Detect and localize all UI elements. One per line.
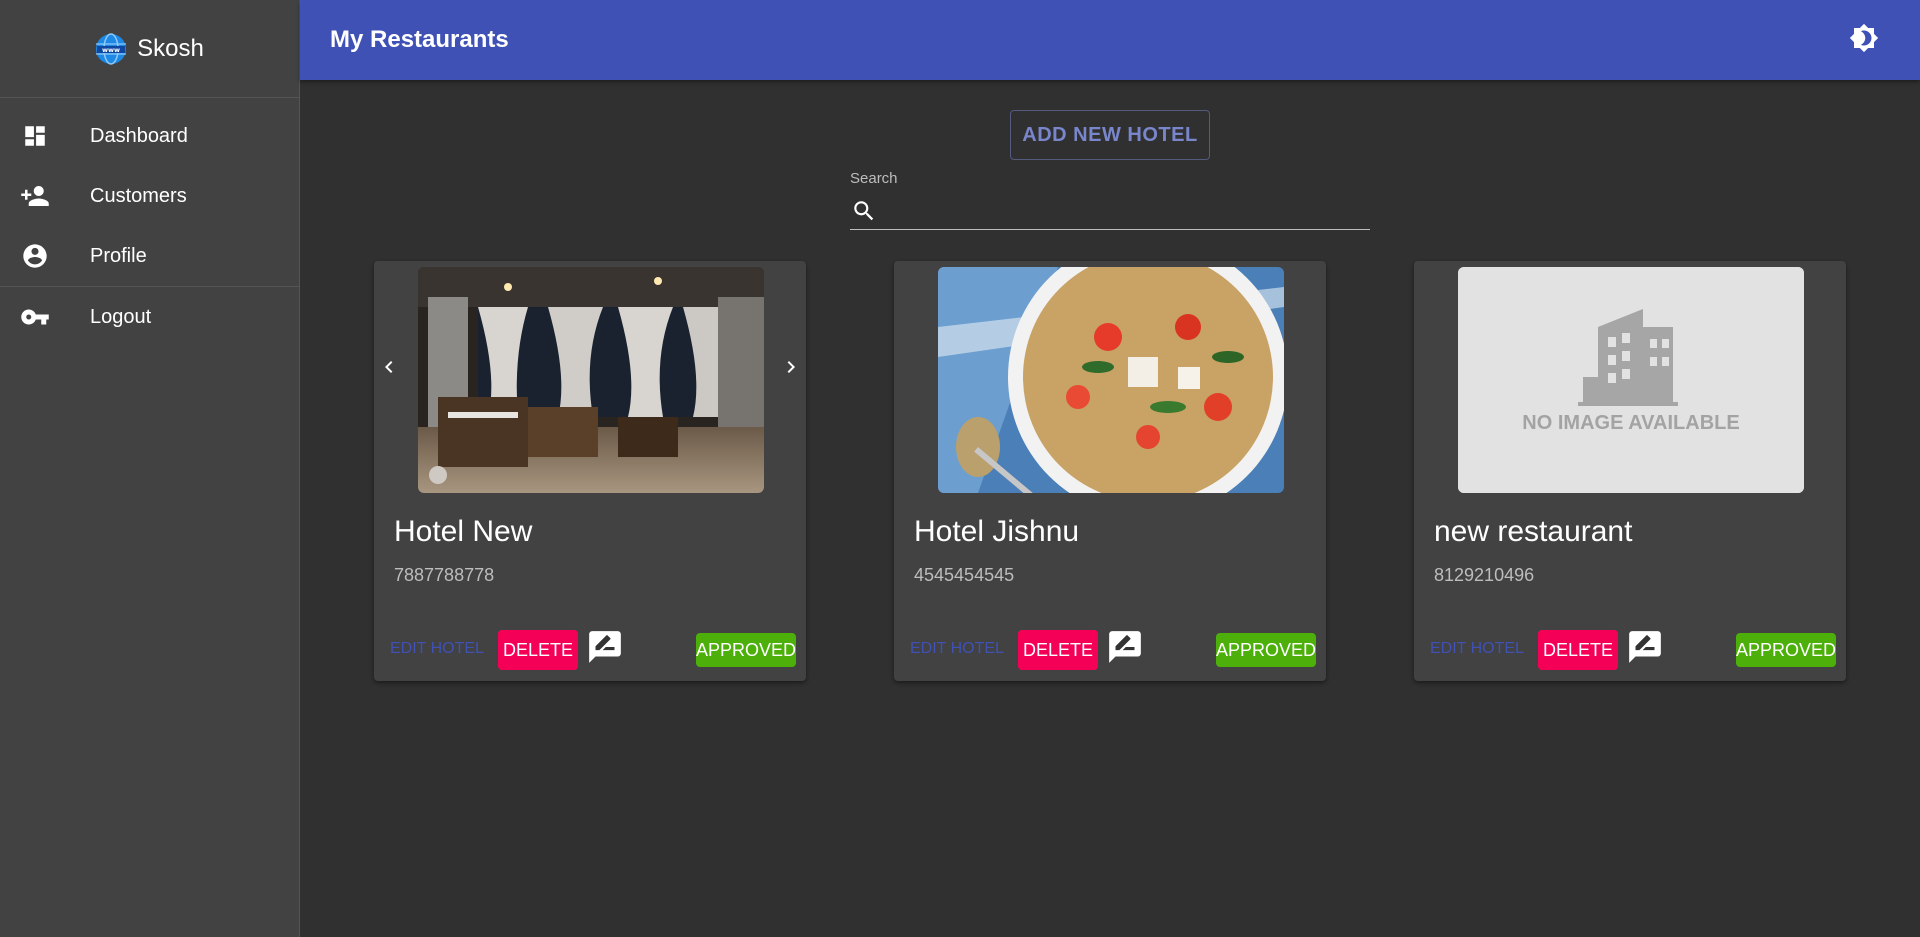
- search-field: Search: [850, 170, 1370, 230]
- delete-button[interactable]: DELETE: [498, 630, 578, 670]
- dashboard-icon: [20, 121, 50, 151]
- sidebar-item-logout[interactable]: Logout: [0, 287, 299, 347]
- hotel-name: Hotel New: [394, 515, 533, 548]
- restaurant-interior-photo: [418, 267, 764, 493]
- sidebar-item-label: Logout: [90, 305, 152, 328]
- rate-review-icon: [586, 628, 624, 671]
- hotel-card: Hotel New 7887788778 EDIT HOTEL DELETE A…: [374, 261, 806, 681]
- sidebar-item-profile[interactable]: Profile: [0, 226, 299, 286]
- app-bar: My Restaurants: [300, 0, 1920, 80]
- sidebar-item-customers[interactable]: Customers: [0, 166, 299, 226]
- chevron-left-icon: [377, 355, 401, 384]
- brightness-icon: [1849, 23, 1879, 58]
- edit-hotel-button[interactable]: EDIT HOTEL: [382, 631, 492, 667]
- sidebar-item-label: Customers: [90, 184, 187, 207]
- edit-hotel-button[interactable]: EDIT HOTEL: [902, 631, 1012, 667]
- sidebar-item-dashboard[interactable]: Dashboard: [0, 106, 299, 166]
- carousel-prev-button[interactable]: [374, 351, 404, 387]
- rate-review-icon: [1626, 628, 1664, 671]
- review-button[interactable]: [1626, 630, 1664, 668]
- delete-button[interactable]: DELETE: [1018, 630, 1098, 670]
- hotel-name: Hotel Jishnu: [914, 515, 1080, 548]
- delete-button[interactable]: DELETE: [1538, 630, 1618, 670]
- sidebar-item-label: Dashboard: [90, 124, 188, 147]
- key-icon: [20, 302, 50, 332]
- hotel-phone: 8129210496: [1434, 565, 1535, 585]
- carousel-next-button[interactable]: [776, 351, 806, 387]
- sidebar: www Skosh Dashboard Customers Profile Lo…: [0, 0, 300, 937]
- account-circle-icon: [20, 241, 50, 271]
- svg-text:www: www: [102, 46, 120, 54]
- hotel-phone: 4545454545: [914, 565, 1015, 585]
- edit-hotel-button[interactable]: EDIT HOTEL: [1422, 631, 1532, 667]
- search-row: [850, 192, 1370, 230]
- search-label: Search: [850, 170, 898, 187]
- no-image-text: NO IMAGE AVAILABLE: [1522, 412, 1740, 434]
- brand[interactable]: www Skosh: [0, 0, 299, 98]
- hotel-card: Hotel Jishnu 4545454545 EDIT HOTEL DELET…: [894, 261, 1326, 681]
- review-button[interactable]: [1106, 630, 1144, 668]
- chevron-right-icon: [779, 355, 803, 384]
- hotel-card: NO IMAGE AVAILABLE new restaurant 812921…: [1414, 261, 1846, 681]
- review-button[interactable]: [586, 630, 624, 668]
- status-badge: APPROVED: [1216, 633, 1316, 667]
- pasta-salad-photo: [938, 267, 1284, 493]
- globe-www-icon: www: [95, 32, 127, 65]
- hotel-name: new restaurant: [1434, 515, 1633, 548]
- sidebar-item-label: Profile: [90, 244, 147, 267]
- brand-name: Skosh: [137, 34, 204, 62]
- search-input[interactable]: [878, 194, 1370, 227]
- status-badge: APPROVED: [1736, 633, 1836, 667]
- person-add-icon: [20, 181, 50, 211]
- add-new-hotel-button[interactable]: ADD NEW HOTEL: [1010, 110, 1210, 160]
- hotel-phone: 7887788778: [394, 565, 495, 585]
- page-title: My Restaurants: [330, 26, 509, 53]
- search-icon: [850, 197, 878, 225]
- rate-review-icon: [1106, 628, 1144, 671]
- status-badge: APPROVED: [696, 633, 796, 667]
- theme-toggle-button[interactable]: [1846, 22, 1882, 58]
- sidebar-nav: Dashboard Customers Profile Logout: [0, 98, 299, 347]
- no-image-placeholder: NO IMAGE AVAILABLE: [1458, 267, 1804, 493]
